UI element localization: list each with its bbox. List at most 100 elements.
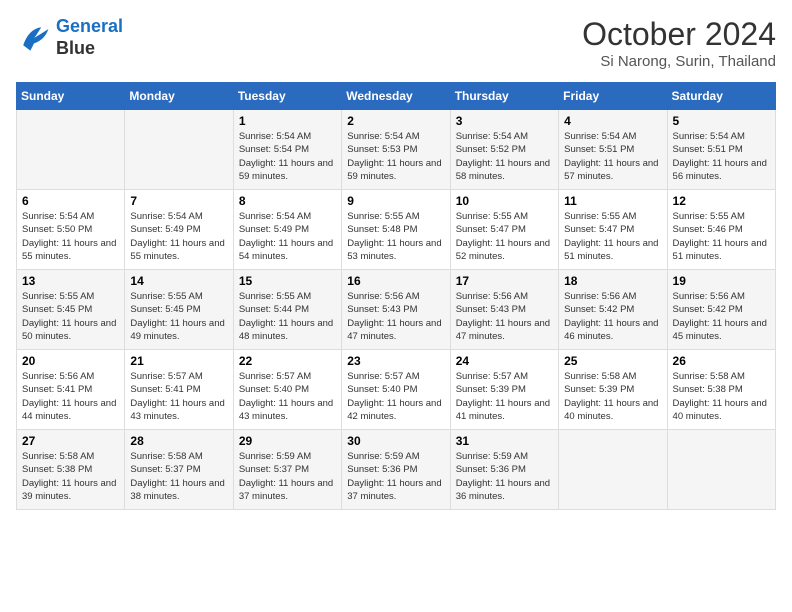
- day-number: 10: [456, 194, 553, 208]
- day-number: 29: [239, 434, 336, 448]
- calendar-cell: [559, 430, 667, 510]
- calendar-cell: 5Sunrise: 5:54 AMSunset: 5:51 PMDaylight…: [667, 110, 775, 190]
- day-number: 21: [130, 354, 227, 368]
- calendar-cell: 4 Sunrise: 5:54 AMSunset: 5:51 PMDaylight…: [559, 110, 667, 190]
- calendar-cell: 18Sunrise: 5:56 AMSunset: 5:42 PMDayligh…: [559, 270, 667, 350]
- location: Si Narong, Surin, Thailand: [582, 53, 776, 70]
- day-number: 6: [22, 194, 119, 208]
- day-number: 27: [22, 434, 119, 448]
- calendar-cell: 16Sunrise: 5:56 AMSunset: 5:43 PMDayligh…: [342, 270, 450, 350]
- calendar-cell: 22 Sunrise: 5:57 AMSunset: 5:40 PMDayligh…: [233, 350, 341, 430]
- calendar-cell: 20Sunrise: 5:56 AMSunset: 5:41 PMDayligh…: [17, 350, 125, 430]
- page-header: GeneralBlue October 2024 Si Narong, Suri…: [16, 16, 776, 70]
- logo-icon: [16, 20, 52, 56]
- calendar-cell: [125, 110, 233, 190]
- weekday-header: Sunday: [17, 83, 125, 110]
- weekday-header-row: SundayMondayTuesdayWednesdayThursdayFrid…: [17, 83, 776, 110]
- calendar-cell: 14 Sunrise: 5:55 AMSunset: 5:45 PMDayligh…: [125, 270, 233, 350]
- calendar-table: SundayMondayTuesdayWednesdayThursdayFrid…: [16, 82, 776, 510]
- calendar-cell: 21 Sunrise: 5:57 AMSunset: 5:41 PMDayligh…: [125, 350, 233, 430]
- calendar-cell: 17 Sunrise: 5:56 AMSunset: 5:43 PMDayligh…: [450, 270, 558, 350]
- day-number: 8: [239, 194, 336, 208]
- cell-info: Sunrise: 5:55 AMSunset: 5:47 PMDaylight:…: [456, 210, 553, 263]
- cell-info: Sunrise: 5:56 AMSunset: 5:42 PMDaylight:…: [564, 290, 661, 343]
- calendar-cell: 28 Sunrise: 5:58 AMSunset: 5:37 PMDayligh…: [125, 430, 233, 510]
- cell-info: Sunrise: 5:55 AMSunset: 5:46 PMDaylight:…: [673, 210, 770, 263]
- day-number: 19: [673, 274, 770, 288]
- cell-info: Sunrise: 5:54 AMSunset: 5:50 PMDaylight:…: [22, 210, 119, 263]
- day-number: 7: [130, 194, 227, 208]
- calendar-cell: 6 Sunrise: 5:54 AMSunset: 5:50 PMDaylight…: [17, 190, 125, 270]
- day-number: 14: [130, 274, 227, 288]
- day-number: 3: [456, 114, 553, 128]
- calendar-week-row: 1Sunrise: 5:54 AMSunset: 5:54 PMDaylight…: [17, 110, 776, 190]
- calendar-cell: 27Sunrise: 5:58 AMSunset: 5:38 PMDayligh…: [17, 430, 125, 510]
- calendar-cell: 29 Sunrise: 5:59 AMSunset: 5:37 PMDayligh…: [233, 430, 341, 510]
- cell-info: Sunrise: 5:59 AMSunset: 5:37 PMDaylight:…: [239, 450, 336, 503]
- calendar-cell: 13Sunrise: 5:55 AMSunset: 5:45 PMDayligh…: [17, 270, 125, 350]
- calendar-cell: 15Sunrise: 5:55 AMSunset: 5:44 PMDayligh…: [233, 270, 341, 350]
- day-number: 17: [456, 274, 553, 288]
- day-number: 11: [564, 194, 661, 208]
- day-number: 31: [456, 434, 553, 448]
- cell-info: Sunrise: 5:55 AMSunset: 5:48 PMDaylight:…: [347, 210, 444, 263]
- day-number: 2: [347, 114, 444, 128]
- day-number: 16: [347, 274, 444, 288]
- calendar-cell: 30Sunrise: 5:59 AMSunset: 5:36 PMDayligh…: [342, 430, 450, 510]
- cell-info: Sunrise: 5:57 AMSunset: 5:40 PMDaylight:…: [239, 370, 336, 423]
- day-number: 28: [130, 434, 227, 448]
- calendar-cell: [667, 430, 775, 510]
- day-number: 26: [673, 354, 770, 368]
- calendar-week-row: 27Sunrise: 5:58 AMSunset: 5:38 PMDayligh…: [17, 430, 776, 510]
- calendar-cell: 12 Sunrise: 5:55 AMSunset: 5:46 PMDayligh…: [667, 190, 775, 270]
- calendar-cell: 3 Sunrise: 5:54 AMSunset: 5:52 PMDaylight…: [450, 110, 558, 190]
- cell-info: Sunrise: 5:54 AMSunset: 5:53 PMDaylight:…: [347, 130, 444, 183]
- calendar-cell: 10 Sunrise: 5:55 AMSunset: 5:47 PMDayligh…: [450, 190, 558, 270]
- logo: GeneralBlue: [16, 16, 123, 59]
- cell-info: Sunrise: 5:58 AMSunset: 5:38 PMDaylight:…: [673, 370, 770, 423]
- calendar-cell: 31 Sunrise: 5:59 AMSunset: 5:36 PMDayligh…: [450, 430, 558, 510]
- day-number: 4: [564, 114, 661, 128]
- weekday-header: Monday: [125, 83, 233, 110]
- day-number: 22: [239, 354, 336, 368]
- calendar-cell: 25Sunrise: 5:58 AMSunset: 5:39 PMDayligh…: [559, 350, 667, 430]
- calendar-week-row: 20Sunrise: 5:56 AMSunset: 5:41 PMDayligh…: [17, 350, 776, 430]
- cell-info: Sunrise: 5:56 AMSunset: 5:42 PMDaylight:…: [673, 290, 770, 343]
- cell-info: Sunrise: 5:55 AMSunset: 5:45 PMDaylight:…: [130, 290, 227, 343]
- calendar-cell: 8 Sunrise: 5:54 AMSunset: 5:49 PMDaylight…: [233, 190, 341, 270]
- title-block: October 2024 Si Narong, Surin, Thailand: [582, 16, 776, 70]
- cell-info: Sunrise: 5:57 AMSunset: 5:41 PMDaylight:…: [130, 370, 227, 423]
- cell-info: Sunrise: 5:59 AMSunset: 5:36 PMDaylight:…: [456, 450, 553, 503]
- calendar-cell: 19 Sunrise: 5:56 AMSunset: 5:42 PMDayligh…: [667, 270, 775, 350]
- day-number: 23: [347, 354, 444, 368]
- day-number: 15: [239, 274, 336, 288]
- cell-info: Sunrise: 5:59 AMSunset: 5:36 PMDaylight:…: [347, 450, 444, 503]
- calendar-cell: 1Sunrise: 5:54 AMSunset: 5:54 PMDaylight…: [233, 110, 341, 190]
- day-number: 12: [673, 194, 770, 208]
- calendar-cell: 2 Sunrise: 5:54 AMSunset: 5:53 PMDaylight…: [342, 110, 450, 190]
- weekday-header: Saturday: [667, 83, 775, 110]
- cell-info: Sunrise: 5:54 AMSunset: 5:51 PMDaylight:…: [673, 130, 770, 183]
- calendar-cell: 23Sunrise: 5:57 AMSunset: 5:40 PMDayligh…: [342, 350, 450, 430]
- calendar-cell: 24Sunrise: 5:57 AMSunset: 5:39 PMDayligh…: [450, 350, 558, 430]
- cell-info: Sunrise: 5:56 AMSunset: 5:43 PMDaylight:…: [456, 290, 553, 343]
- calendar-week-row: 13Sunrise: 5:55 AMSunset: 5:45 PMDayligh…: [17, 270, 776, 350]
- calendar-week-row: 6 Sunrise: 5:54 AMSunset: 5:50 PMDaylight…: [17, 190, 776, 270]
- cell-info: Sunrise: 5:54 AMSunset: 5:49 PMDaylight:…: [239, 210, 336, 263]
- cell-info: Sunrise: 5:54 AMSunset: 5:52 PMDaylight:…: [456, 130, 553, 183]
- day-number: 25: [564, 354, 661, 368]
- cell-info: Sunrise: 5:54 AMSunset: 5:51 PMDaylight:…: [564, 130, 661, 183]
- cell-info: Sunrise: 5:55 AMSunset: 5:47 PMDaylight:…: [564, 210, 661, 263]
- cell-info: Sunrise: 5:56 AMSunset: 5:41 PMDaylight:…: [22, 370, 119, 423]
- calendar-cell: 11 Sunrise: 5:55 AMSunset: 5:47 PMDayligh…: [559, 190, 667, 270]
- weekday-header: Tuesday: [233, 83, 341, 110]
- calendar-cell: 9 Sunrise: 5:55 AMSunset: 5:48 PMDaylight…: [342, 190, 450, 270]
- weekday-header: Thursday: [450, 83, 558, 110]
- cell-info: Sunrise: 5:55 AMSunset: 5:45 PMDaylight:…: [22, 290, 119, 343]
- cell-info: Sunrise: 5:58 AMSunset: 5:37 PMDaylight:…: [130, 450, 227, 503]
- day-number: 24: [456, 354, 553, 368]
- cell-info: Sunrise: 5:54 AMSunset: 5:49 PMDaylight:…: [130, 210, 227, 263]
- day-number: 9: [347, 194, 444, 208]
- weekday-header: Wednesday: [342, 83, 450, 110]
- month-title: October 2024: [582, 16, 776, 53]
